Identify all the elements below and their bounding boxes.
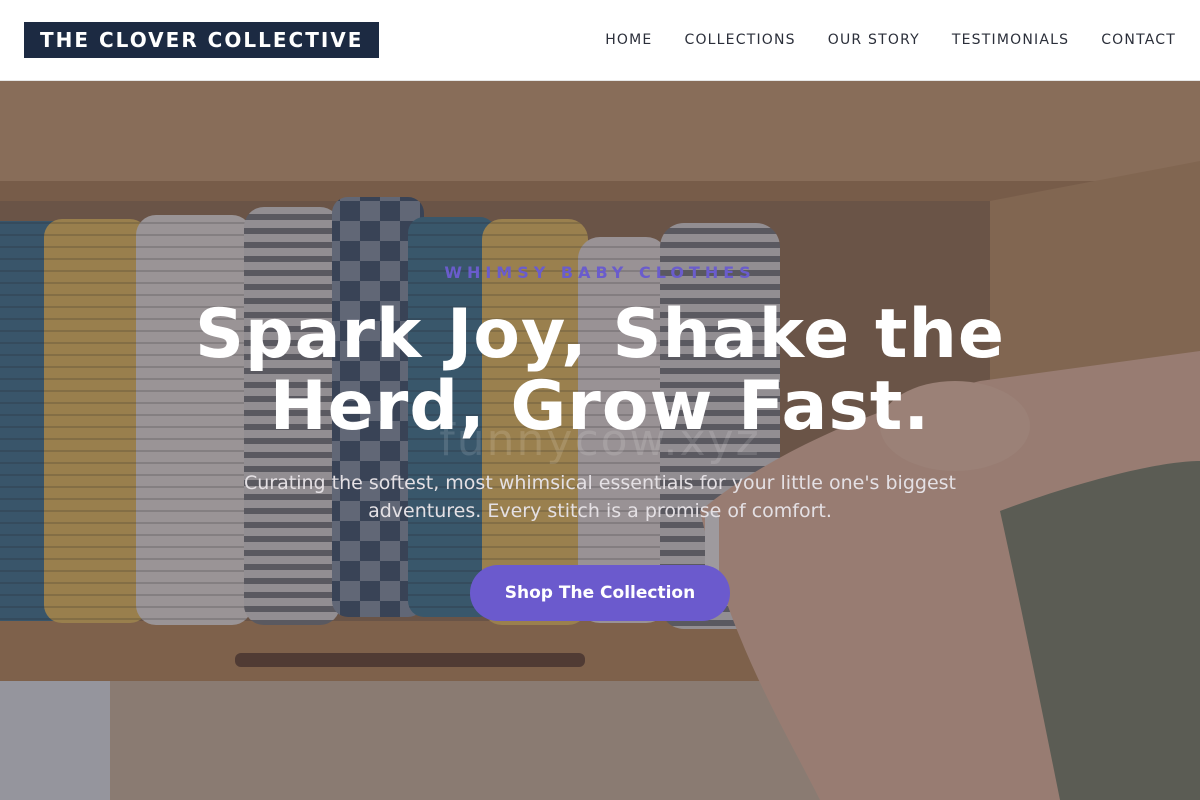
nav-testimonials[interactable]: TESTIMONIALS xyxy=(952,30,1069,50)
brand-logo[interactable]: THE CLOVER COLLECTIVE xyxy=(24,22,380,58)
hero-eyebrow: WHIMSY BABY CLOTHES xyxy=(444,263,756,282)
main-nav: HOME COLLECTIONS OUR STORY TESTIMONIALS … xyxy=(573,30,1176,50)
watermark-text: funnycow.xyz xyxy=(439,415,761,466)
hero-headline-line-1: Spark Joy, Shake the xyxy=(194,295,1006,374)
hero-section: WHIMSY BABY CLOTHES Spark Joy, Shake the… xyxy=(0,81,1200,800)
nav-collections[interactable]: COLLECTIONS xyxy=(684,30,795,50)
shop-collection-button[interactable]: Shop The Collection xyxy=(470,565,730,621)
nav-contact[interactable]: CONTACT xyxy=(1101,30,1176,50)
site-header: THE CLOVER COLLECTIVE HOME COLLECTIONS O… xyxy=(0,0,1200,81)
nav-home[interactable]: HOME xyxy=(605,30,652,50)
nav-our-story[interactable]: OUR STORY xyxy=(828,30,920,50)
hero-subtext: Curating the softest, most whimsical ess… xyxy=(244,472,956,522)
hero-content: WHIMSY BABY CLOTHES Spark Joy, Shake the… xyxy=(0,81,1200,800)
